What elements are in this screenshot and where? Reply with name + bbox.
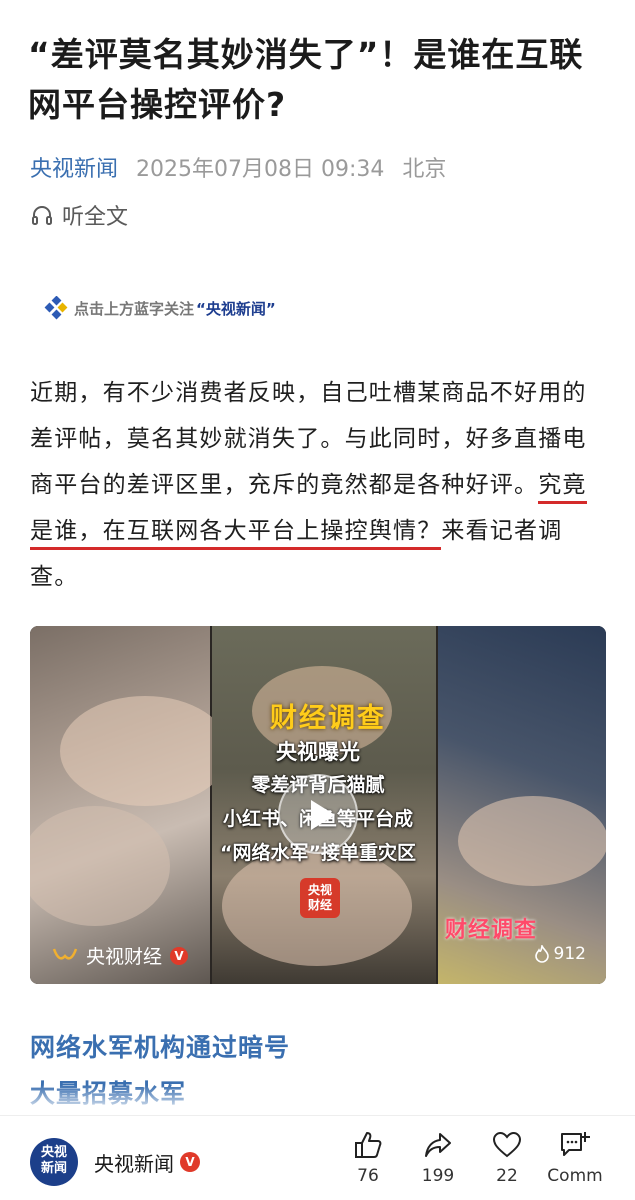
avatar-line-1: 央视 <box>40 1145 67 1160</box>
video-caption-1: 央视曝光 <box>276 740 360 764</box>
avatar[interactable]: 央视 新闻 <box>30 1138 78 1186</box>
article-title: “差评莫名其妙消失了”！是谁在互联 网平台操控评价? <box>28 30 613 130</box>
avatar-line-2: 新闻 <box>40 1161 67 1176</box>
article-title-line-2: 网平台操控评价? <box>28 85 287 124</box>
favorite-count: 22 <box>496 1166 518 1186</box>
video-channel-name: 央视财经 <box>86 946 163 968</box>
account-info[interactable]: 央视 新闻 央视新闻 V <box>30 1138 200 1186</box>
publish-date: 2025年07月08日 09:34 <box>136 157 385 182</box>
verified-badge: V <box>180 1152 200 1172</box>
video-title: 财经调查 <box>270 703 386 734</box>
publish-location: 北京 <box>402 157 447 182</box>
comment-bubble-icon <box>561 1132 590 1156</box>
heart-icon <box>492 1131 522 1158</box>
comment-button[interactable]: Comm <box>545 1130 605 1186</box>
like-count: 76 <box>357 1166 379 1186</box>
badge-line-2: 财经 <box>307 898 332 912</box>
follow-prefix: 点击上方蓝字关注 <box>74 299 195 318</box>
source-name[interactable]: 央视新闻 <box>30 151 118 183</box>
bottom-action-bar: 央视 新闻 央视新闻 V 76 199 22 Comm <box>0 1115 635 1200</box>
follow-brand: “央视新闻” <box>196 299 276 318</box>
article-paragraph: 近期，有不少消费者反映，自己吐槽某商品不好用的差评帖，莫名其妙就消失了。与此同时… <box>30 370 610 600</box>
video-watermark: 财经调查 <box>445 918 538 943</box>
share-count: 199 <box>421 1166 455 1186</box>
video-channel[interactable]: 央视财经 V <box>52 942 189 969</box>
cctv-logo-icon <box>44 296 68 320</box>
video-like-count: 912 <box>553 944 586 964</box>
flame-icon <box>534 945 549 963</box>
play-button[interactable] <box>278 774 358 854</box>
badge-line-1: 央视 <box>307 883 332 897</box>
headphones-icon <box>32 206 52 225</box>
cctv-finance-badge: 央视 财经 <box>300 878 340 918</box>
channel-logo-icon <box>52 948 78 960</box>
account-name[interactable]: 央视新闻 <box>94 1148 174 1177</box>
underlined-question-b: 情？ <box>393 518 442 550</box>
video-likes[interactable]: 912 <box>534 944 586 964</box>
listen-label: 听全文 <box>62 205 129 230</box>
like-button[interactable]: 76 <box>338 1130 398 1186</box>
article-title-line-1: “差评莫名其妙消失了”！是谁在互联 <box>28 35 584 74</box>
favorite-button[interactable]: 22 <box>477 1130 537 1186</box>
video-player[interactable]: 财经调查 央视曝光 零差评背后猫腻 小红书、闲鱼等平台成 “网络水军”接单重灾区… <box>30 626 606 984</box>
share-arrow-icon <box>425 1133 451 1157</box>
verified-badge: V <box>170 946 189 965</box>
paragraph-plain: 近期，有不少消费者反映，自己吐槽某商品不好用的差评帖，莫名其妙就消失了。与此同时… <box>30 380 587 498</box>
subhead-line-1: 网络水军机构通过暗号 <box>30 1033 291 1062</box>
article-meta: 央视新闻 2025年07月08日 09:34 北京 <box>30 150 446 184</box>
thumbs-up-icon <box>355 1132 382 1158</box>
listen-full-text-button[interactable]: 听全文 <box>30 198 128 232</box>
content-fade <box>0 1085 635 1115</box>
comment-label: Comm <box>547 1166 603 1186</box>
follow-banner[interactable]: 点击上方蓝字关注 “央视新闻” <box>44 290 276 326</box>
share-button[interactable]: 199 <box>408 1130 468 1186</box>
